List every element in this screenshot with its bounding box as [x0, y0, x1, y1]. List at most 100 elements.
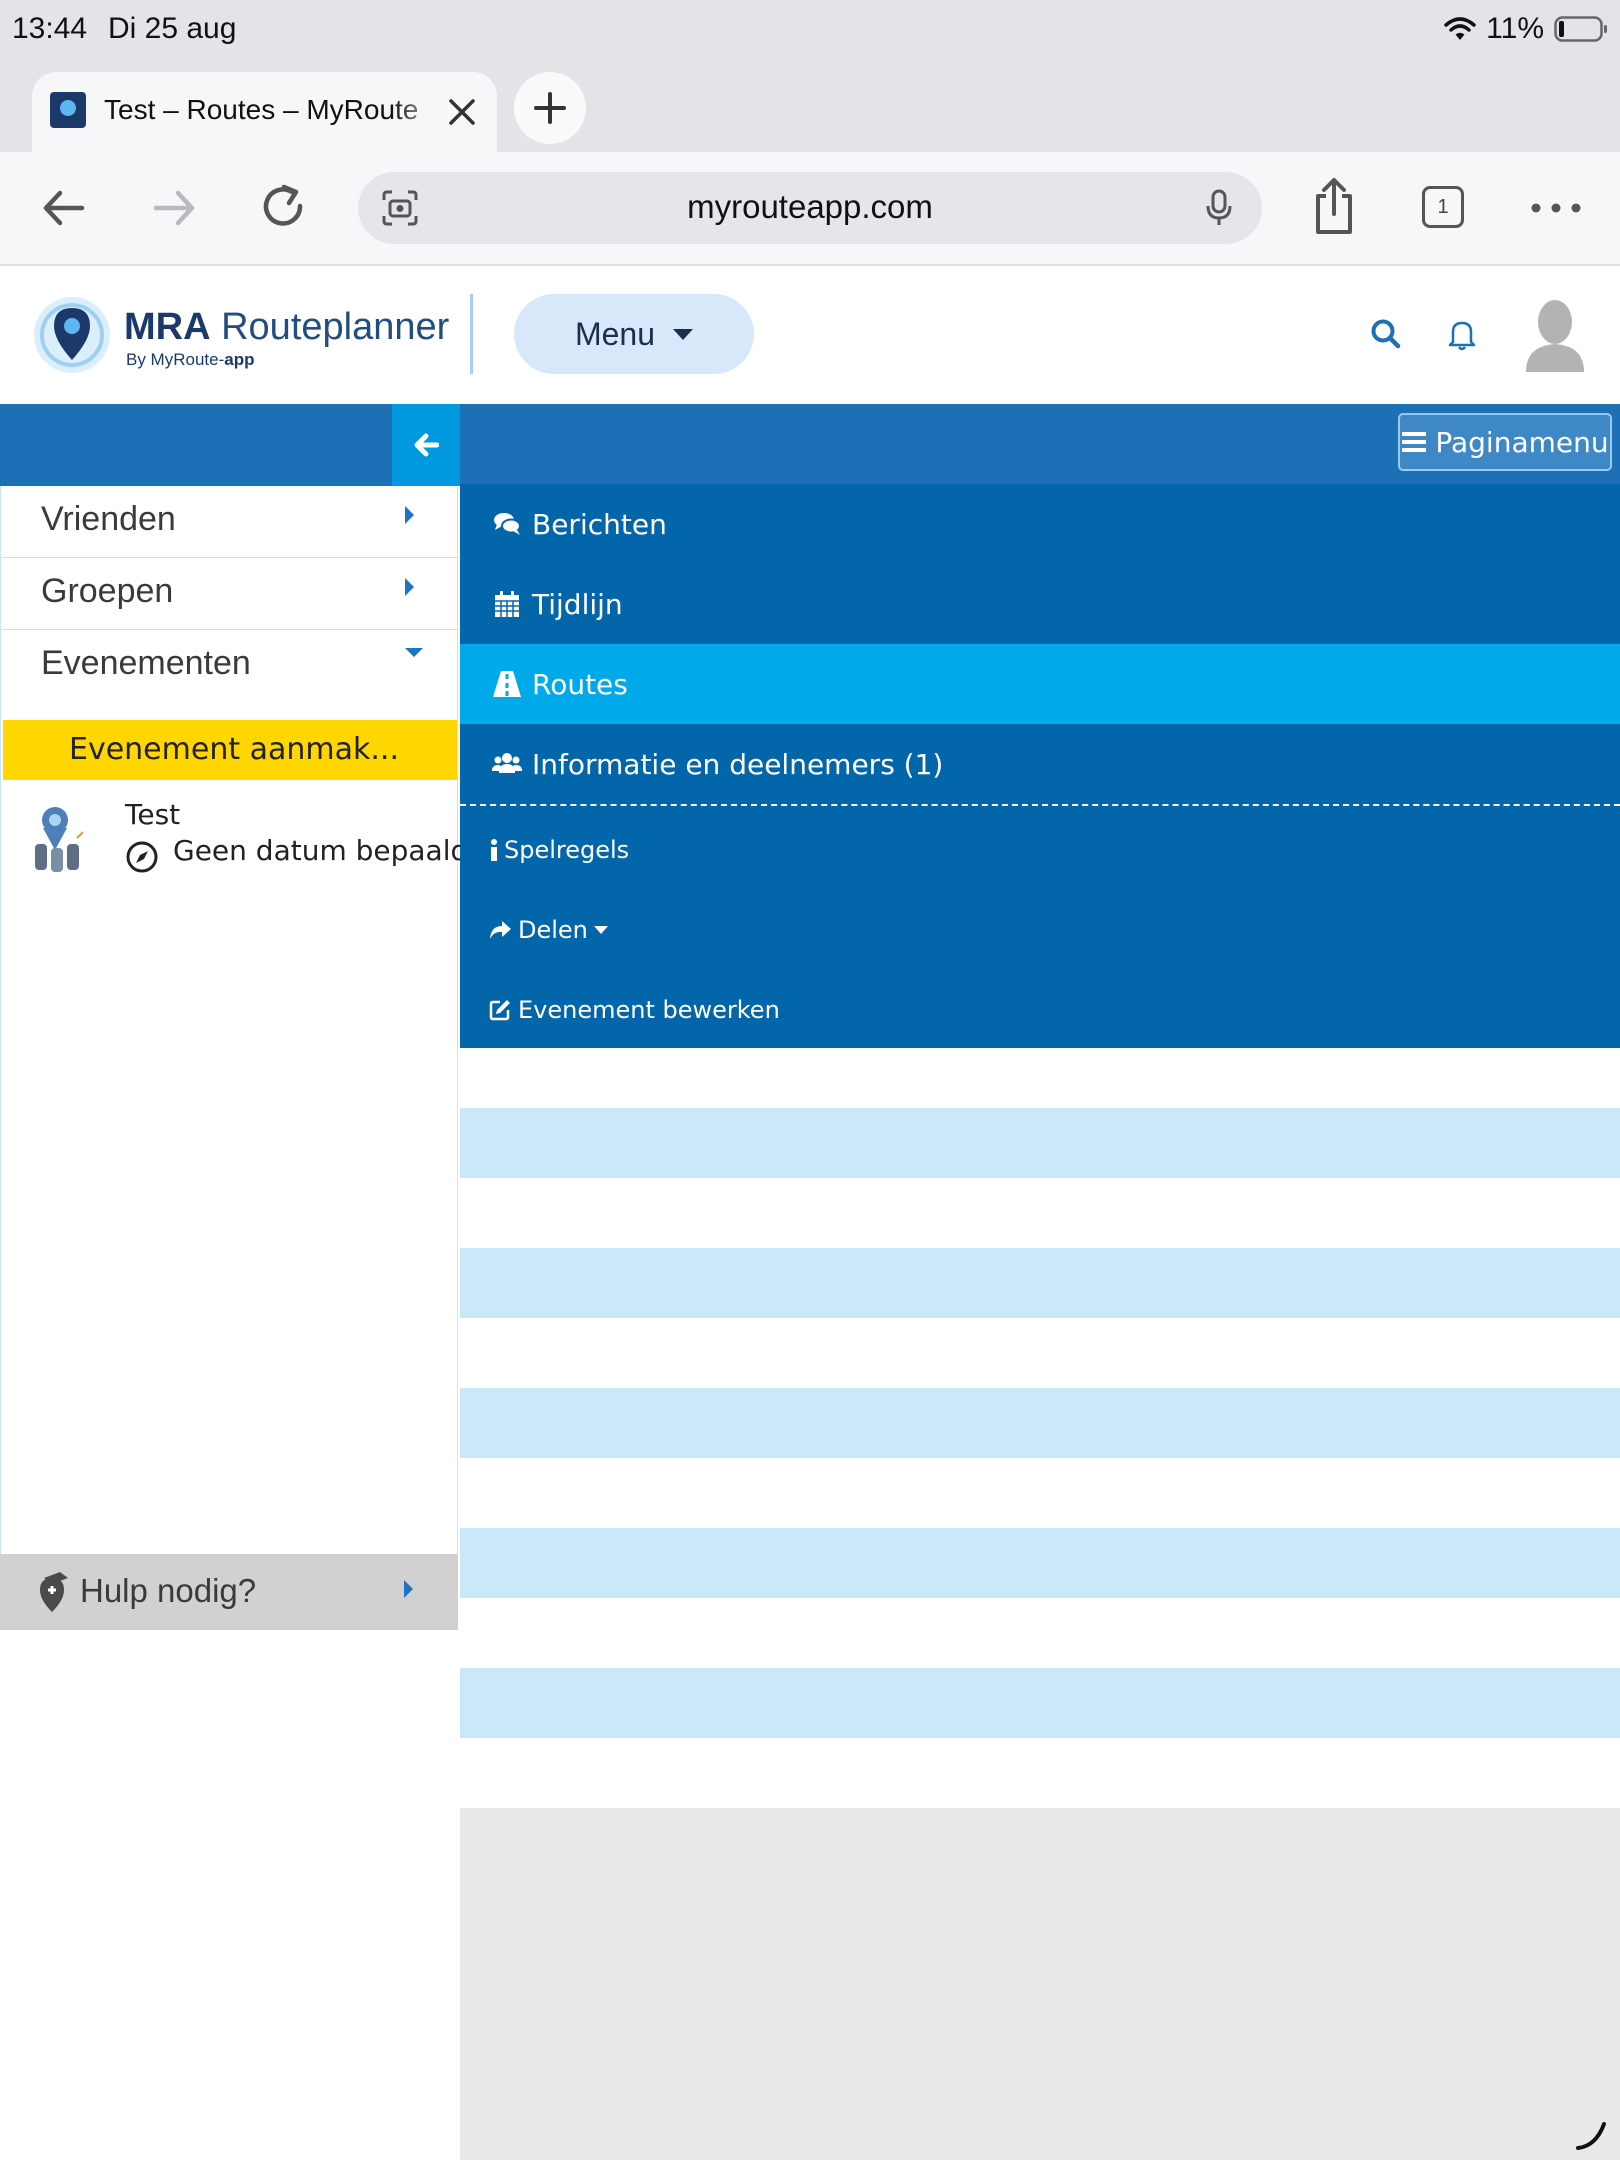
event-thumbnail-icon[interactable] [29, 804, 87, 874]
info-icon [491, 839, 497, 861]
avatar-icon[interactable] [1524, 296, 1586, 372]
hamburger-icon [1402, 432, 1427, 452]
url-bar[interactable]: myrouteapp.com [358, 172, 1262, 244]
page-menu-item-label: Delen [518, 916, 588, 944]
status-bar: 13:44 Di 25 aug 11% [0, 0, 1620, 64]
forward-icon[interactable] [146, 180, 202, 236]
logo-title: MRA Routeplanner [124, 306, 449, 349]
sidebar-item-groepen[interactable]: Groepen [1, 558, 459, 630]
header-divider [470, 294, 473, 374]
back-icon[interactable] [36, 180, 92, 236]
wifi-icon [1444, 17, 1476, 40]
menu-label: Menu [574, 315, 656, 352]
placeholder-row [460, 1528, 1620, 1598]
sidebar-item-vrienden[interactable]: Vrienden [1, 486, 459, 558]
placeholder-row [460, 1458, 1620, 1528]
tabs-icon[interactable]: 1 [1422, 186, 1464, 228]
page-menu-item-delen[interactable]: Delen [460, 890, 1620, 970]
page-menu-item-berichten[interactable]: Berichten [460, 484, 1620, 564]
logo-subtitle: By MyRoute-app [126, 350, 254, 370]
status-date: Di 25 aug [108, 12, 237, 45]
page-menu-label: Paginamenu [1435, 425, 1609, 459]
placeholder-row [460, 1248, 1620, 1318]
battery-percent: 11% [1486, 12, 1544, 45]
share-icon[interactable] [1306, 174, 1362, 238]
page-menu-separator [460, 804, 1620, 806]
chevron-down-icon [673, 328, 694, 340]
compass-icon [126, 841, 158, 873]
chevron-down-icon [593, 926, 608, 934]
page-menu-item-evenement-bewerken[interactable]: Evenement bewerken [460, 970, 1620, 1050]
search-icon[interactable] [1368, 316, 1404, 352]
content-placeholder-rows [460, 1048, 1620, 1808]
battery-icon [1554, 16, 1607, 42]
sidebar-top-bar [0, 404, 392, 486]
page-menu-item-label: Evenement bewerken [518, 996, 780, 1024]
status-right: 11% [1444, 12, 1608, 46]
sidebar-item-label: Evenementen [41, 644, 251, 682]
page-menu: Berichten Tijdlijn Routes Informatie en … [460, 484, 1620, 1048]
placeholder-row [460, 1318, 1620, 1388]
content-empty-area [460, 1808, 1620, 2160]
logo-pin-icon [34, 297, 110, 373]
placeholder-row [460, 1668, 1620, 1738]
resize-corner-icon [1576, 2122, 1606, 2150]
myroute-favicon [50, 92, 86, 128]
placeholder-row [460, 1178, 1620, 1248]
page-menu-item-label: Tijdlijn [532, 587, 623, 621]
new-tab-icon [534, 92, 566, 124]
status-time: 13:44 [12, 12, 88, 45]
url-text: myrouteapp.com [687, 188, 933, 225]
page-menu-item-label: Routes [532, 667, 628, 701]
help-label: Hulp nodig? [80, 1572, 257, 1609]
chevron-right-icon [404, 1580, 413, 1598]
bell-icon[interactable] [1444, 316, 1480, 352]
browser-toolbar: myrouteapp.com 1 [0, 152, 1620, 266]
sidebar: Vrienden Groepen Evenementen Evenement a… [0, 486, 468, 1554]
site-header: MRA Routeplanner By MyRoute-app Menu [0, 266, 1620, 404]
edit-icon [489, 1000, 510, 1021]
help-section[interactable]: Hulp nodig? [0, 1554, 458, 1630]
create-event-button[interactable]: Evenement aanmak... [3, 720, 457, 780]
page-menu-button[interactable]: Paginamenu [1398, 413, 1612, 471]
close-icon[interactable] [442, 92, 482, 132]
placeholder-row [460, 1108, 1620, 1178]
page-menu-item-tijdlijn[interactable]: Tijdlijn [460, 564, 1620, 644]
logo-name: Routeplanner [221, 306, 450, 348]
browser-tab[interactable]: Test – Routes – MyRoute [32, 72, 497, 152]
logo-sub-prefix: By MyRoute- [126, 350, 225, 369]
chevron-right-icon [405, 506, 414, 524]
mra-logo[interactable]: MRA Routeplanner By MyRoute-app [30, 292, 449, 378]
road-icon [493, 671, 521, 697]
sidebar-item-label: Groepen [41, 572, 174, 610]
new-tab-button[interactable] [514, 72, 586, 144]
sidebar-collapse-button[interactable] [392, 404, 460, 486]
page-menu-item-label: Informatie en deelnemers (1) [532, 747, 944, 781]
logo-sub-bold: app [224, 350, 255, 369]
sidebar-item-evenementen[interactable]: Evenementen [1, 630, 459, 702]
page-menu-item-routes[interactable]: Routes [460, 644, 1620, 724]
placeholder-row [460, 1388, 1620, 1458]
help-pin-icon [40, 1572, 68, 1612]
page-menu-item-label: Spelregels [504, 836, 630, 864]
chevron-right-icon [405, 578, 414, 596]
event-date: Geen datum bepaald [173, 834, 469, 867]
share-arrow-icon [490, 921, 511, 939]
page-menu-item-label: Berichten [532, 507, 667, 541]
users-icon [492, 753, 522, 773]
event-name[interactable]: Test [125, 798, 180, 831]
main-menu-button[interactable]: Menu [514, 294, 754, 374]
page-menu-item-spelregels[interactable]: Spelregels [460, 810, 1620, 890]
more-icon[interactable] [1528, 180, 1584, 236]
tab-title: Test – Routes – MyRoute [104, 94, 419, 125]
reload-icon[interactable] [256, 180, 312, 236]
placeholder-row [460, 1738, 1620, 1808]
sidebar-item-label: Vrienden [41, 500, 176, 538]
chevron-down-icon [405, 648, 423, 657]
placeholder-row [460, 1598, 1620, 1668]
microphone-icon[interactable] [1204, 188, 1234, 228]
tab-strip: Test – Routes – MyRoute [0, 64, 1620, 152]
calendar-icon [495, 591, 519, 617]
page-menu-item-informatie[interactable]: Informatie en deelnemers (1) [460, 724, 1620, 804]
arrow-left-icon [414, 433, 439, 457]
